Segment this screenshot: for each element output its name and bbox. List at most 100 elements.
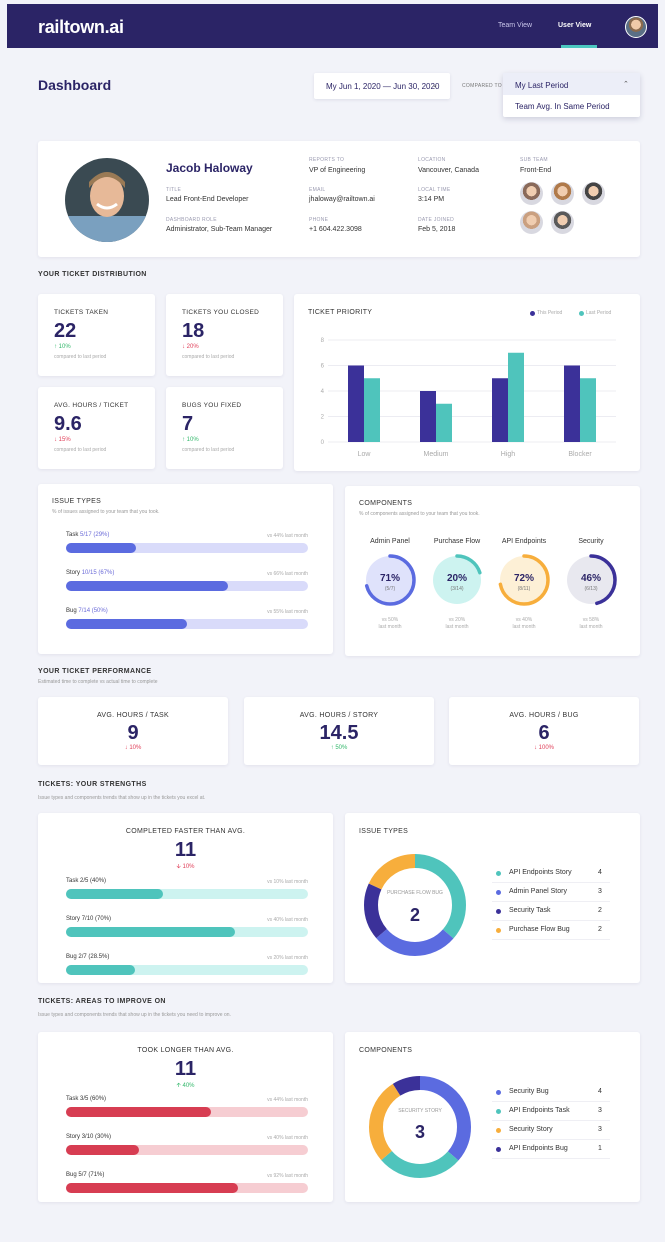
progress-label: Bug 2/7 (28.5%) <box>66 954 109 960</box>
stat-value: 9.6 <box>54 413 82 435</box>
stat-compare-text: compared to last period <box>54 354 107 360</box>
legend-divider <box>492 1139 610 1140</box>
team-member-avatar[interactable] <box>551 182 574 205</box>
component-name: Admin Panel <box>370 538 410 545</box>
stat-change: ↑ 10% <box>54 344 71 350</box>
team-member-avatar[interactable] <box>520 182 543 205</box>
component-vs-period: last month <box>512 624 536 630</box>
improve-heading: TICKETS: AREAS TO IMPROVE ON <box>38 998 166 1005</box>
component-vs: vs 58% <box>582 617 600 623</box>
component-vs: vs 20% <box>448 617 466 623</box>
components-title: COMPONENTS <box>359 500 413 507</box>
bar-last-period <box>508 352 524 442</box>
progress-label: Story 10/15 (67%) <box>66 570 114 576</box>
profile-photo <box>65 158 149 242</box>
x-tick-label: Blocker <box>568 451 592 458</box>
legend-count: 3 <box>598 1126 602 1133</box>
stat-compare-text: compared to last period <box>182 354 235 360</box>
faster-card: COMPLETED FASTER THAN AVG. 11 🡫 10% Task… <box>38 813 333 983</box>
progress-track <box>66 1145 308 1155</box>
legend-label: API Endpoints Task <box>509 1107 570 1114</box>
stat-change-value: 10% <box>186 437 199 443</box>
legend-label: Security Task <box>509 907 551 914</box>
progress-value: 5/7 (71%) <box>78 1172 105 1178</box>
progress-track <box>66 543 308 553</box>
stat-value: 18 <box>182 320 205 342</box>
strengths-sub: Issue types and components trends that s… <box>38 795 206 801</box>
improve-components-card: COMPONENTS SECURITY STORY 3 Security Bug… <box>345 1032 640 1202</box>
progress-track <box>66 1107 308 1117</box>
stat-compare-text: compared to last period <box>54 447 107 453</box>
perf-title: AVG. HOURS / TASK <box>96 712 169 719</box>
component-fraction: (6/13) <box>584 586 598 592</box>
progress-vs: vs 66% last month <box>267 571 308 577</box>
component-pct: 72% <box>513 573 534 584</box>
legend-count: 1 <box>598 1145 602 1152</box>
bar-last-period <box>364 378 380 442</box>
progress-value: 2/7 (28.5%) <box>78 954 110 960</box>
stat-card: TICKETS TAKEN 22 ↑ 10% compared to last per… <box>38 294 155 376</box>
issue-types-subtitle: % of issues assigned to your team that y… <box>52 509 160 515</box>
component-name: Security <box>578 538 604 545</box>
longer-title: TOOK LONGER THAN AVG. <box>137 1047 234 1054</box>
progress-vs: vs 10% last month <box>267 879 308 885</box>
issue-types-card: ISSUE TYPES % of issues assigned to your… <box>38 484 333 654</box>
stat-card: TICKETS YOU CLOSED 18 ↓ 20% compared to las… <box>166 294 283 376</box>
y-tick-label: 0 <box>321 440 325 446</box>
stat-change-value: 10% <box>58 344 71 350</box>
legend-dot <box>496 1090 501 1095</box>
compare-selected-option[interactable]: My Last Period ⌃ <box>503 73 640 95</box>
stat-change: ↑ 10% <box>182 437 199 443</box>
progress-label: Task 5/17 (29%) <box>66 532 109 538</box>
progress-value: 7/10 (70%) <box>81 916 112 922</box>
progress-fill <box>66 1145 139 1155</box>
progress-label: Story 3/10 (30%) <box>66 1134 111 1140</box>
ticket-priority-card: TICKET PRIORITY This Period Last Period … <box>294 294 640 471</box>
email-value[interactable]: jhaloway@railtown.ai <box>309 196 375 203</box>
legend-label: Purchase Flow Bug <box>509 926 570 933</box>
y-tick-label: 4 <box>321 389 325 395</box>
stat-change-value: 15% <box>58 437 71 443</box>
progress-name: Bug <box>66 954 77 960</box>
component-vs: vs 50% <box>381 617 399 623</box>
progress-vs: vs 92% last month <box>267 1173 308 1179</box>
legend-dot <box>496 1109 501 1114</box>
team-member-avatar[interactable] <box>582 182 605 205</box>
stat-change: ↓ 15% <box>54 437 71 443</box>
faster-title: COMPLETED FASTER THAN AVG. <box>125 828 246 835</box>
progress-name: Story <box>66 1134 81 1140</box>
perf-change: ↓ 100% <box>449 745 639 751</box>
compare-selected-label: My Last Period <box>515 81 569 90</box>
progress-name: Task <box>66 878 79 884</box>
stat-title: BUGS YOU FIXED <box>182 402 242 409</box>
logo[interactable]: railtown.ai <box>38 17 124 38</box>
legend-dot <box>496 890 501 895</box>
legend-label: API Endpoints Story <box>509 869 572 876</box>
nav-team-view[interactable]: Team View <box>498 22 532 29</box>
title-label: TITLE <box>166 187 182 193</box>
progress-name: Task <box>66 532 79 538</box>
team-member-avatar[interactable] <box>520 211 543 234</box>
longer-change: 🡩 40% <box>176 1083 195 1089</box>
stat-value: 7 <box>182 413 194 435</box>
bar-this-period <box>420 391 436 442</box>
legend-divider <box>492 1120 610 1121</box>
legend-dot <box>496 1147 501 1152</box>
improve-donut-title: COMPONENTS <box>359 1047 413 1054</box>
legend-dot <box>496 928 501 933</box>
compare-option-team-avg[interactable]: Team Avg. In Same Period <box>515 102 610 111</box>
legend-count: 2 <box>598 907 602 914</box>
bar-last-period <box>580 378 596 442</box>
component-vs-period: last month <box>445 624 469 630</box>
team-member-avatar[interactable] <box>551 211 574 234</box>
stat-title: TICKETS YOU CLOSED <box>182 309 260 316</box>
location-label: LOCATION <box>418 157 446 163</box>
phone-value: +1 604.422.3098 <box>309 226 362 233</box>
nav-user-view[interactable]: User View <box>558 22 591 29</box>
legend-count: 3 <box>598 1107 602 1114</box>
chevron-up-icon: ⌃ <box>623 81 629 88</box>
date-range-button[interactable]: My Jun 1, 2020 — Jun 30, 2020 ⌄ <box>314 73 450 99</box>
progress-name: Story <box>66 916 81 922</box>
user-avatar[interactable] <box>625 16 647 38</box>
compare-dropdown[interactable]: My Last Period ⌃ Team Avg. In Same Perio… <box>503 73 640 117</box>
